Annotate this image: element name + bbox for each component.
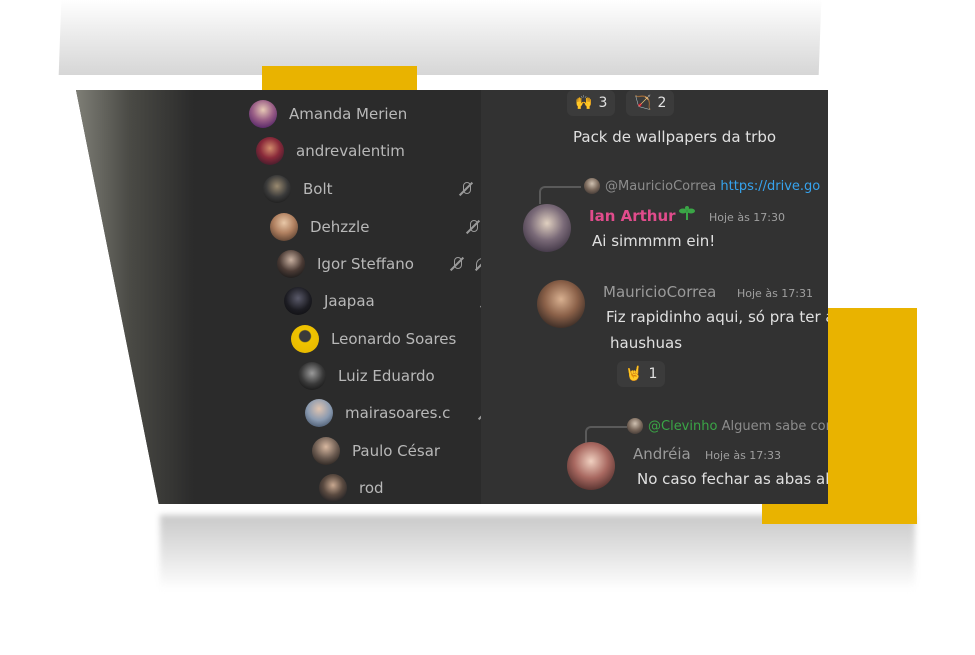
reply-preview[interactable]: @MauricioCorrea https://drive.go xyxy=(605,179,820,194)
reaction-rock-on-hand[interactable]: 🤘 1 xyxy=(617,361,666,387)
message-timestamp: Hoje às 17:30 xyxy=(709,211,785,224)
reply-link[interactable]: https://drive.go xyxy=(720,179,820,194)
avatar xyxy=(256,137,284,165)
reaction-raised-hands[interactable]: 🙌 3 xyxy=(567,90,616,116)
reply-snippet: Alguem sabe como é o xyxy=(721,419,828,434)
member-name: Jaapaa xyxy=(324,292,375,310)
reaction-count: 1 xyxy=(648,366,658,382)
message-text: haushuas xyxy=(610,334,683,352)
member-name: rod xyxy=(359,479,384,497)
message-text: No caso fechar as abas abertas? xyxy=(637,470,828,488)
member-name: andrevalentim xyxy=(296,142,405,160)
member-leonardo-soares[interactable]: Leonardo Soares xyxy=(291,324,456,354)
avatar xyxy=(319,474,347,502)
message-avatar[interactable] xyxy=(567,442,615,490)
reaction-crossed-bow[interactable]: 🏹 2 xyxy=(626,90,675,116)
crossed-bow-icon: 🏹 xyxy=(634,95,652,111)
avatar xyxy=(263,175,291,203)
member-name: Igor Steffano xyxy=(317,255,414,273)
sprout-badge-icon xyxy=(679,206,695,220)
avatar xyxy=(312,437,340,465)
message-avatar[interactable] xyxy=(523,204,571,252)
chat-area: 🙌 3 🏹 2 Pack de wallpapers da trbo @Maur… xyxy=(481,90,828,504)
member-rod[interactable]: rod xyxy=(319,473,527,503)
member-name: Paulo César xyxy=(352,442,441,460)
avatar xyxy=(277,250,305,278)
avatar xyxy=(291,325,319,353)
server-sidebar xyxy=(76,90,196,504)
reaction-count: 2 xyxy=(657,95,667,111)
reply-connector xyxy=(539,186,581,204)
member-amanda-merien[interactable]: Amanda Merien xyxy=(249,99,407,129)
muted-mic-icon xyxy=(465,219,481,235)
message-text: Ai simmmm ein! xyxy=(592,232,716,250)
reply-preview[interactable]: @Clevinho Alguem sabe como é o xyxy=(648,419,828,434)
muted-mic-icon xyxy=(449,256,465,272)
muted-mic-icon xyxy=(458,181,474,197)
raised-hands-icon: 🙌 xyxy=(575,95,593,111)
backdrop-shadow-bottom xyxy=(160,515,915,590)
member-mairasoares-c[interactable]: mairasoares.c xyxy=(305,398,517,428)
member-name: mairasoares.c xyxy=(345,404,451,422)
avatar xyxy=(249,100,277,128)
member-andrevalentim[interactable]: andrevalentim xyxy=(256,136,405,166)
avatar xyxy=(305,399,333,427)
voice-member-list: Amanda Merien andrevalentim Bolt Dehzzle… xyxy=(194,90,527,504)
avatar xyxy=(284,287,312,315)
member-name: Luiz Eduardo xyxy=(338,367,435,385)
message-timestamp: Hoje às 17:33 xyxy=(705,449,781,462)
message-avatar[interactable] xyxy=(537,280,585,328)
message-text: Pack de wallpapers da trbo xyxy=(573,128,777,146)
member-paulo-cesar[interactable]: Paulo César xyxy=(312,436,520,466)
avatar xyxy=(298,362,326,390)
reaction-count: 3 xyxy=(598,95,608,111)
reply-mention[interactable]: @Clevinho xyxy=(648,419,717,434)
member-dehzzle[interactable]: Dehzzle xyxy=(270,212,478,242)
member-jaapaa[interactable]: Jaapaa xyxy=(284,286,492,316)
reply-avatar xyxy=(627,418,643,434)
member-name: Leonardo Soares xyxy=(331,330,457,348)
member-igor-steffano[interactable]: Igor Steffano xyxy=(277,249,489,279)
member-luiz-eduardo[interactable]: Luiz Eduardo xyxy=(298,361,435,391)
member-name: Bolt xyxy=(303,180,333,198)
message-text: Fiz rapidinho aqui, só pra ter algu xyxy=(606,308,828,326)
member-name: Amanda Merien xyxy=(289,105,408,123)
message-author[interactable]: Andréia xyxy=(633,445,691,463)
message-author[interactable]: MauricioCorrea xyxy=(603,283,716,301)
backdrop-shadow-top xyxy=(58,0,822,75)
reply-author: @MauricioCorrea xyxy=(605,179,717,194)
avatar xyxy=(270,213,298,241)
message-author[interactable]: Ian Arthur xyxy=(589,207,676,225)
rock-on-hand-icon: 🤘 xyxy=(625,366,643,382)
message-timestamp: Hoje às 17:31 xyxy=(737,287,813,300)
member-name: Dehzzle xyxy=(310,218,370,236)
discord-window: Amanda Merien andrevalentim Bolt Dehzzle… xyxy=(76,90,828,504)
member-bolt[interactable]: Bolt xyxy=(263,174,471,204)
reply-avatar xyxy=(584,178,600,194)
